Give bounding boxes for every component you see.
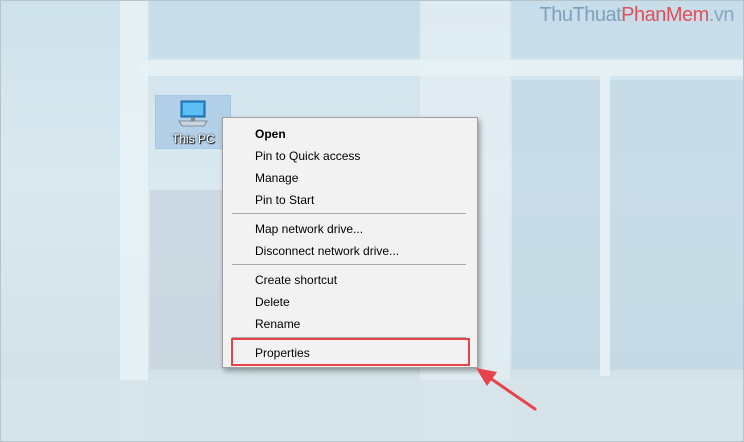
pointer-arrow-annotation xyxy=(476,368,537,411)
desktop-background: ThuThuatPhanMem.vn This PC Open Pin to Q… xyxy=(0,0,744,442)
